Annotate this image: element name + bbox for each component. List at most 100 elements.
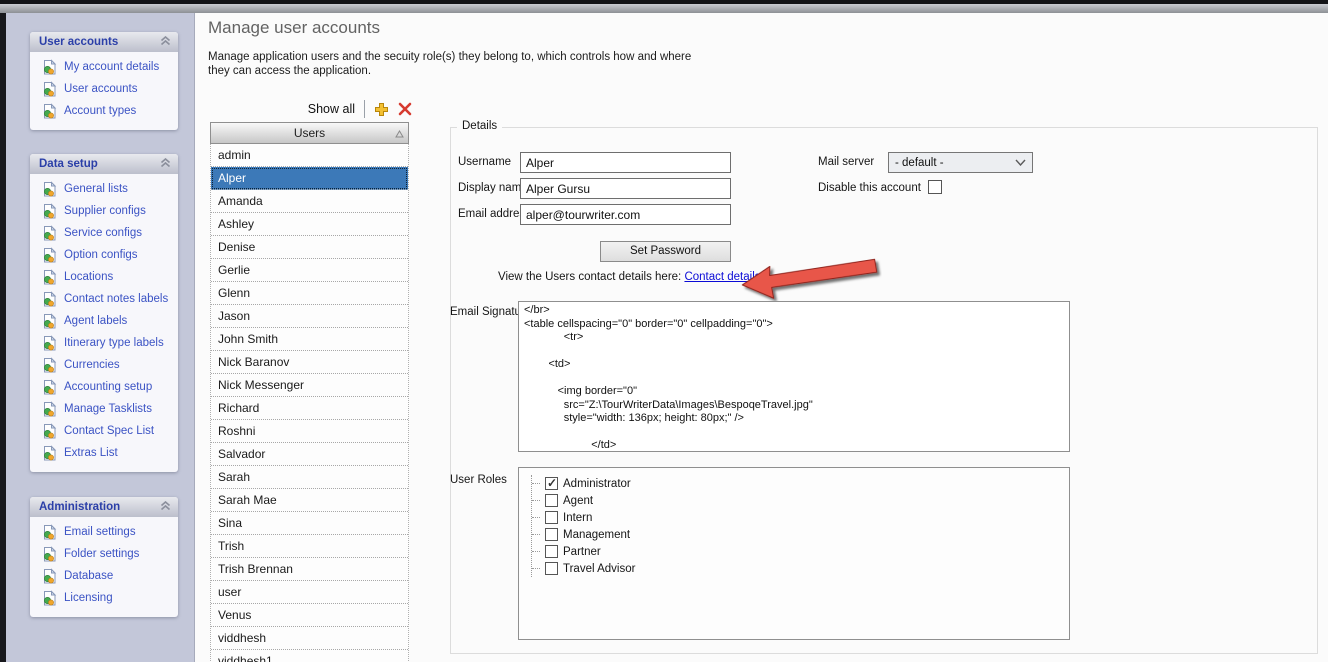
role-label: Management — [563, 529, 630, 541]
sidebar-item[interactable]: Option configs — [30, 244, 178, 266]
user-row[interactable]: Sarah Mae — [211, 489, 408, 512]
document-users-icon — [42, 313, 57, 329]
user-row[interactable]: Nick Baranov — [211, 351, 408, 374]
user-roles-label: User Roles — [450, 474, 507, 486]
user-row[interactable]: Venus — [211, 604, 408, 627]
username-input[interactable] — [520, 152, 731, 173]
mail-server-select[interactable]: - default - — [888, 152, 1033, 173]
document-users-icon — [42, 81, 57, 97]
role-checkbox[interactable]: ✓ — [545, 511, 558, 524]
sidebar-item[interactable]: General lists — [30, 178, 178, 200]
sidebar-item[interactable]: User accounts — [30, 78, 178, 100]
document-users-icon — [42, 546, 57, 562]
document-users-icon — [42, 423, 57, 439]
collapse-chevron-icon — [160, 158, 171, 171]
sidebar-item[interactable]: Contact Spec List — [30, 420, 178, 442]
sidebar-item-label: Option configs — [64, 249, 138, 261]
sidebar-item[interactable]: Locations — [30, 266, 178, 288]
user-row[interactable]: Richard — [211, 397, 408, 420]
users-list-header[interactable]: Users — [210, 122, 409, 144]
user-row[interactable]: admin — [211, 144, 408, 167]
document-users-icon — [42, 269, 57, 285]
user-row[interactable]: viddhesh — [211, 627, 408, 650]
user-row[interactable]: Alper — [211, 167, 408, 190]
user-row[interactable]: Amanda — [211, 190, 408, 213]
email-signature-textarea[interactable]: </br> <table cellspacing="0" border="0" … — [518, 301, 1070, 452]
user-row[interactable]: John Smith — [211, 328, 408, 351]
disable-account-checkbox[interactable] — [928, 180, 942, 194]
sidebar-item[interactable]: Currencies — [30, 354, 178, 376]
add-user-button[interactable] — [374, 102, 389, 117]
sidebar-item[interactable]: Extras List — [30, 442, 178, 464]
user-name: Gerlie — [218, 263, 250, 277]
sidebar-section-header-user-accounts[interactable]: User accounts — [30, 32, 178, 52]
sidebar-item[interactable]: Manage Tasklists — [30, 398, 178, 420]
user-row[interactable]: Ashley — [211, 213, 408, 236]
user-row[interactable]: Sina — [211, 512, 408, 535]
sidebar-item-label: User accounts — [64, 83, 138, 95]
user-row[interactable]: viddhesh1 — [211, 650, 408, 662]
sidebar-item[interactable]: Itinerary type labels — [30, 332, 178, 354]
user-name: admin — [218, 148, 251, 162]
user-name: Alper — [218, 171, 246, 185]
page-description: Manage application users and the secuity… — [208, 50, 698, 78]
user-row[interactable]: Glenn — [211, 282, 408, 305]
role-row[interactable]: ✓ Partner — [532, 543, 1069, 560]
disable-account-label: Disable this account — [818, 182, 921, 194]
role-checkbox[interactable]: ✓ — [545, 545, 558, 558]
role-checkbox[interactable]: ✓ — [545, 477, 558, 490]
sidebar-item[interactable]: My account details — [30, 56, 178, 78]
user-name: Richard — [218, 401, 259, 415]
sidebar-section-header-administration[interactable]: Administration — [30, 497, 178, 517]
document-users-icon — [42, 335, 57, 351]
role-row[interactable]: ✓ Management — [532, 526, 1069, 543]
sidebar-section-header-data-setup[interactable]: Data setup — [30, 154, 178, 174]
sidebar-item[interactable]: Agent labels — [30, 310, 178, 332]
sidebar-item-label: Manage Tasklists — [64, 403, 152, 415]
user-roles-box: ✓ Administrator ✓ Agent ✓ Intern ✓ Manag… — [518, 467, 1070, 640]
role-row[interactable]: ✓ Travel Advisor — [532, 560, 1069, 577]
sidebar-item[interactable]: Licensing — [30, 587, 178, 609]
check-icon: ✓ — [547, 476, 557, 490]
role-row[interactable]: ✓ Agent — [532, 492, 1069, 509]
tree-connector — [532, 534, 540, 535]
sidebar-item-label: Itinerary type labels — [64, 337, 164, 349]
tree-connector — [532, 517, 540, 518]
sidebar-item[interactable]: Supplier configs — [30, 200, 178, 222]
sidebar-section-data-setup: Data setup General lists Suppli — [30, 154, 178, 472]
sidebar-item-label: Currencies — [64, 359, 120, 371]
user-row[interactable]: Salvador — [211, 443, 408, 466]
user-row[interactable]: user — [211, 581, 408, 604]
user-row[interactable]: Jason — [211, 305, 408, 328]
sidebar-item[interactable]: Account types — [30, 100, 178, 122]
sidebar-item[interactable]: Contact notes labels — [30, 288, 178, 310]
role-checkbox[interactable]: ✓ — [545, 562, 558, 575]
set-password-button[interactable]: Set Password — [600, 241, 731, 262]
sidebar-item[interactable]: Folder settings — [30, 543, 178, 565]
email-address-input[interactable] — [520, 204, 731, 225]
sidebar-item[interactable]: Accounting setup — [30, 376, 178, 398]
role-row[interactable]: ✓ Intern — [532, 509, 1069, 526]
contact-details-link[interactable]: Contact details — [684, 271, 760, 283]
user-row[interactable]: Trish — [211, 535, 408, 558]
plus-icon — [374, 102, 389, 117]
tree-connector — [532, 500, 540, 501]
mail-server-value: - default - — [895, 157, 944, 169]
sidebar-item[interactable]: Database — [30, 565, 178, 587]
role-checkbox[interactable]: ✓ — [545, 494, 558, 507]
role-checkbox[interactable]: ✓ — [545, 528, 558, 541]
user-row[interactable]: Denise — [211, 236, 408, 259]
user-row[interactable]: Trish Brennan — [211, 558, 408, 581]
sidebar-item[interactable]: Service configs — [30, 222, 178, 244]
role-label: Travel Advisor — [563, 563, 635, 575]
user-name: Salvador — [218, 447, 265, 461]
sidebar-item[interactable]: Email settings — [30, 521, 178, 543]
user-row[interactable]: Roshni — [211, 420, 408, 443]
role-row[interactable]: ✓ Administrator — [532, 475, 1069, 492]
sidebar-item-label: Agent labels — [64, 315, 127, 327]
user-row[interactable]: Nick Messenger — [211, 374, 408, 397]
display-name-input[interactable] — [520, 178, 731, 199]
user-row[interactable]: Gerlie — [211, 259, 408, 282]
user-row[interactable]: Sarah — [211, 466, 408, 489]
delete-user-button[interactable] — [398, 102, 412, 116]
